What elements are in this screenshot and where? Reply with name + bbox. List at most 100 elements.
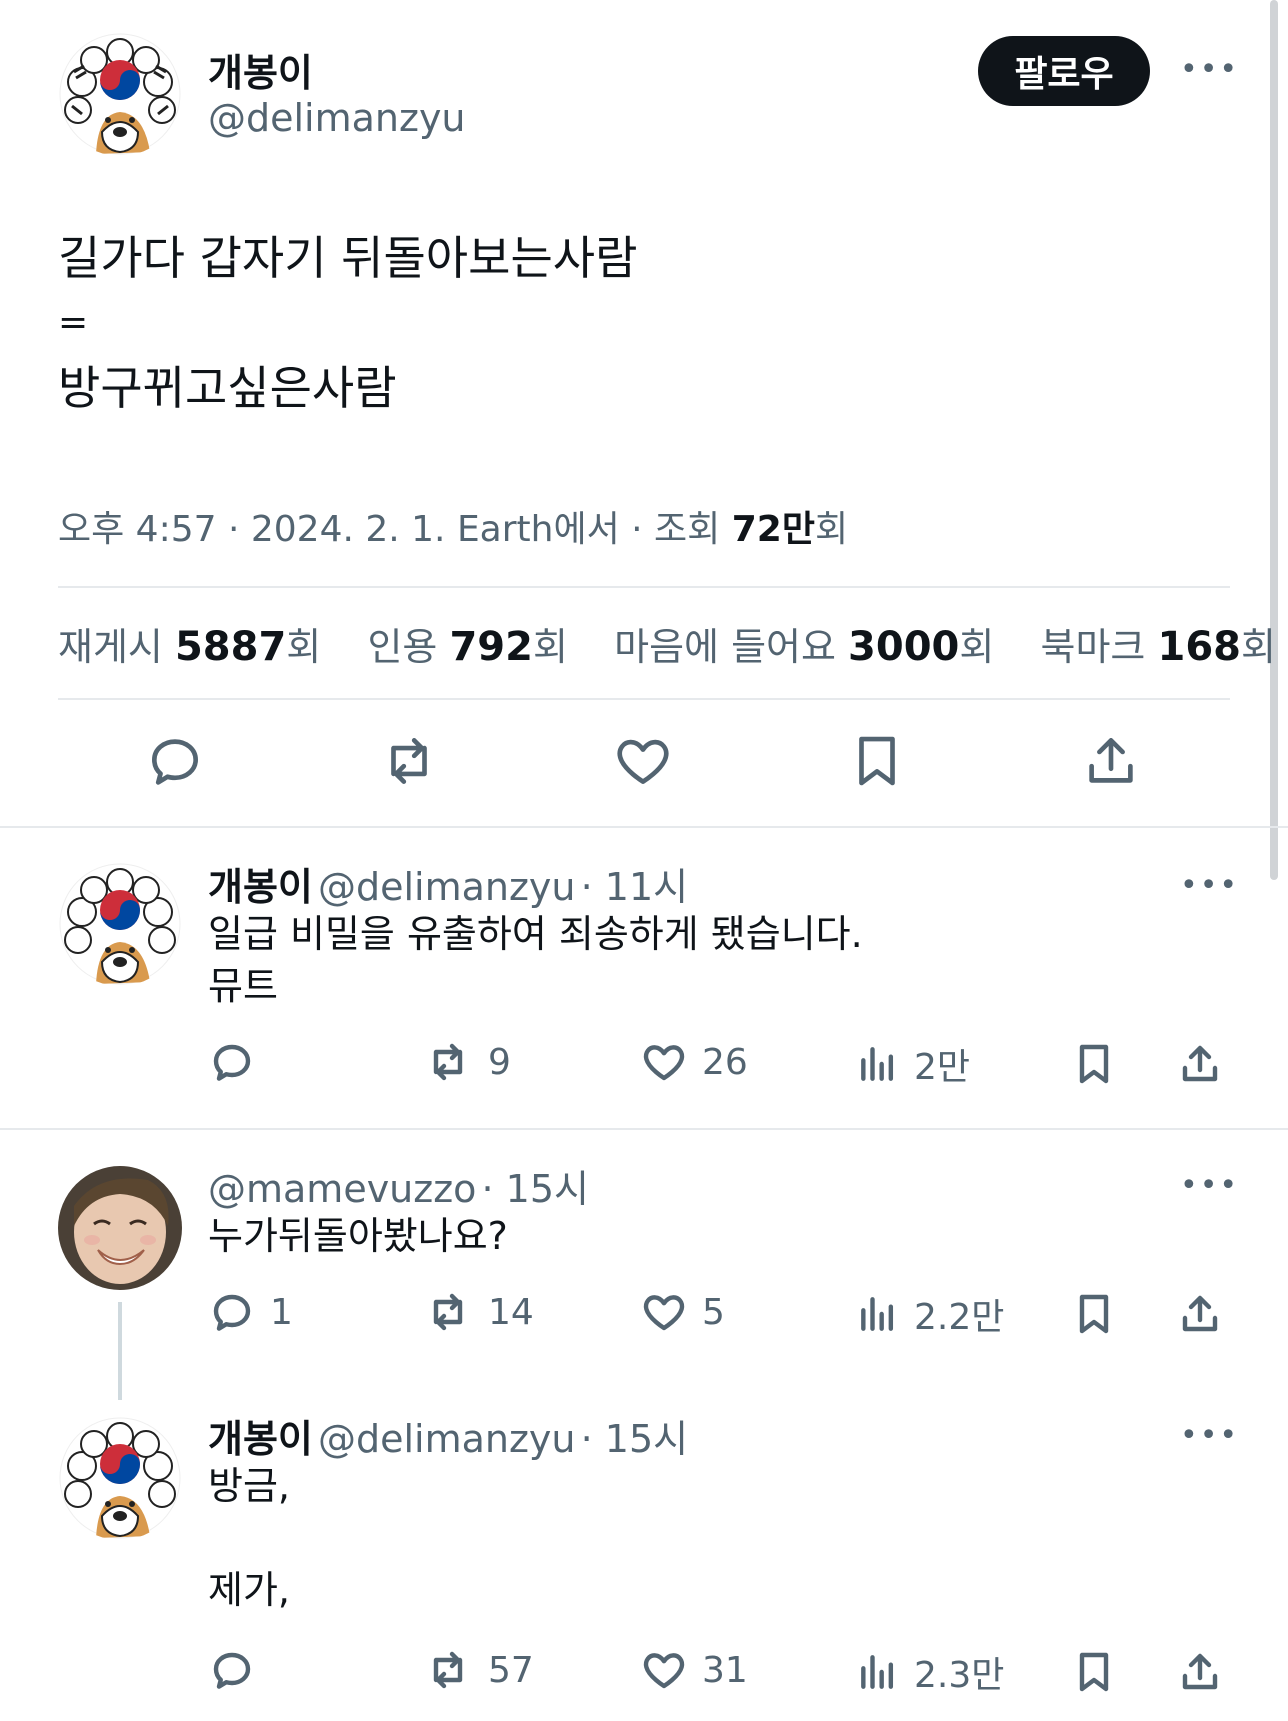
reply-header: @mamevuzzo · 15시 [208,1158,589,1213]
repost-icon [433,1651,463,1689]
share-button[interactable] [1176,1288,1224,1340]
views-chart-icon [861,1047,894,1081]
reply-icon [152,739,198,785]
reply-button[interactable] [208,1038,270,1086]
share-button[interactable] [1176,1646,1224,1698]
share-button[interactable] [1176,1038,1224,1090]
divider [0,1128,1288,1130]
like-button[interactable] [612,730,674,796]
author-name[interactable]: 개봉이 [208,42,313,97]
more-options-icon[interactable]: ••• [1180,868,1239,903]
view-count: 2.2만 [914,1297,1005,1338]
reply-line [208,1512,290,1564]
bookmarks-stat[interactable]: 북마크 168회 [1041,624,1276,670]
reply-line: 뮤트 [208,964,278,1008]
korean-flag-dog-avatar-image [59,863,181,985]
avatar[interactable] [58,862,182,986]
tweet-line-1: 길가다 갑자기 뒤돌아보는사람 [58,231,638,285]
heart-icon [643,1295,685,1331]
likes-stat[interactable]: 마음에 들어요 3000회 [614,624,994,670]
reply-count: 1 [270,1291,293,1333]
more-options-icon[interactable]: ••• [1180,1418,1239,1453]
heart-icon [617,739,669,784]
avatar[interactable] [58,1166,182,1290]
korean-flag-dog-avatar-image [59,33,181,155]
more-options-icon[interactable]: ••• [1180,1168,1239,1203]
reply-button[interactable]: 1 [208,1288,293,1336]
repost-button[interactable]: 9 [422,1038,511,1086]
share-icon [1182,1295,1218,1332]
avatar[interactable] [58,32,182,156]
views-button[interactable]: 2.3만 [856,1646,1004,1698]
engagement-stats: 재게시 5887회 인용 792회 마음에 들어요 3000회 북마크 168회 [58,616,1276,671]
bookmark-button[interactable] [846,730,908,796]
reply-time[interactable]: · 15시 [482,1167,589,1211]
smiling-child-avatar-image [58,1166,182,1290]
like-button[interactable]: 5 [640,1288,725,1336]
tweet-body: 길가다 갑자기 뒤돌아보는사람 = 방구뀌고싶은사람 [58,226,637,420]
tweet-meta: 오후 4:57 · 2024. 2. 1. Earth에서 · 조회 72만회 [58,500,848,552]
reply-line: 누가뒤돌아봤나요? [208,1214,508,1258]
reply-body: 방금, 제가, [208,1460,290,1616]
tweet-line-3: 방구뀌고싶은사람 [58,361,397,415]
tweet-timestamp[interactable]: 오후 4:57 · 2024. 2. 1. Earth에서 · 조회 [58,509,732,550]
repost-icon [433,1293,463,1331]
reply-author-handle[interactable]: @mamevuzzo [208,1167,476,1211]
divider [0,826,1288,828]
heart-icon [643,1045,685,1081]
view-count: 2만 [914,1047,971,1088]
reply-button[interactable] [208,1646,270,1694]
bookmark-icon [1079,1652,1109,1692]
more-options-icon[interactable]: ••• [1180,52,1239,87]
repost-icon [391,738,427,784]
reply-author-name[interactable]: 개봉이 [208,1417,313,1461]
reply-time[interactable]: · 15시 [581,1417,688,1461]
thread-line [118,1302,122,1400]
like-button[interactable]: 31 [640,1646,748,1694]
reply-header: 개봉이 @delimanzyu · 15시 [208,1408,688,1463]
bookmark-icon [1079,1294,1109,1334]
reply-line: 방금, [208,1464,290,1508]
author-handle[interactable]: @delimanzyu [208,96,466,140]
repost-count: 57 [488,1649,534,1691]
reply-author-handle[interactable]: @delimanzyu [318,865,576,909]
divider [58,698,1230,700]
views-button[interactable]: 2.2만 [856,1288,1004,1340]
repost-count: 14 [488,1291,534,1333]
like-button[interactable]: 26 [640,1038,748,1086]
share-icon [1182,1045,1218,1082]
bookmark-button[interactable] [1070,1288,1118,1340]
bookmark-button[interactable] [1070,1038,1118,1090]
repost-button[interactable]: 57 [422,1646,534,1694]
reply-author-handle[interactable]: @delimanzyu [318,1417,576,1461]
views-button[interactable]: 2만 [856,1038,970,1090]
reply-line: 일급 비밀을 유출하여 죄송하게 됐습니다. [208,912,863,956]
view-suffix: 회 [814,509,849,550]
reply-button[interactable] [144,730,206,796]
divider [58,586,1230,588]
share-icon [1182,1653,1218,1690]
reply-icon [213,1044,251,1081]
repost-button[interactable]: 14 [422,1288,534,1336]
scrollbar[interactable] [1270,0,1278,880]
views-chart-icon [861,1655,894,1689]
view-count: 72만 [731,509,815,550]
avatar[interactable] [58,1416,182,1540]
quotes-stat[interactable]: 인용 792회 [367,624,567,670]
reply-time[interactable]: · 11시 [581,865,688,909]
reply-line: 제가, [208,1568,290,1612]
reply-body: 일급 비밀을 유출하여 죄송하게 됐습니다. 뮤트 [208,908,863,1012]
korean-flag-dog-avatar-image [59,1417,181,1539]
repost-button[interactable] [376,730,442,796]
reply-icon [213,1294,251,1331]
view-count: 2.3만 [914,1655,1005,1696]
reply-author-name[interactable]: 개봉이 [208,865,313,909]
share-button[interactable] [1080,730,1142,796]
reposts-stat[interactable]: 재게시 5887회 [58,624,321,670]
reply-body: 누가뒤돌아봤나요? [208,1210,508,1262]
heart-icon [643,1653,685,1689]
follow-button[interactable]: 팔로우 [978,36,1150,106]
like-count: 5 [702,1291,725,1333]
bookmark-button[interactable] [1070,1646,1118,1698]
repost-count: 9 [488,1041,511,1083]
